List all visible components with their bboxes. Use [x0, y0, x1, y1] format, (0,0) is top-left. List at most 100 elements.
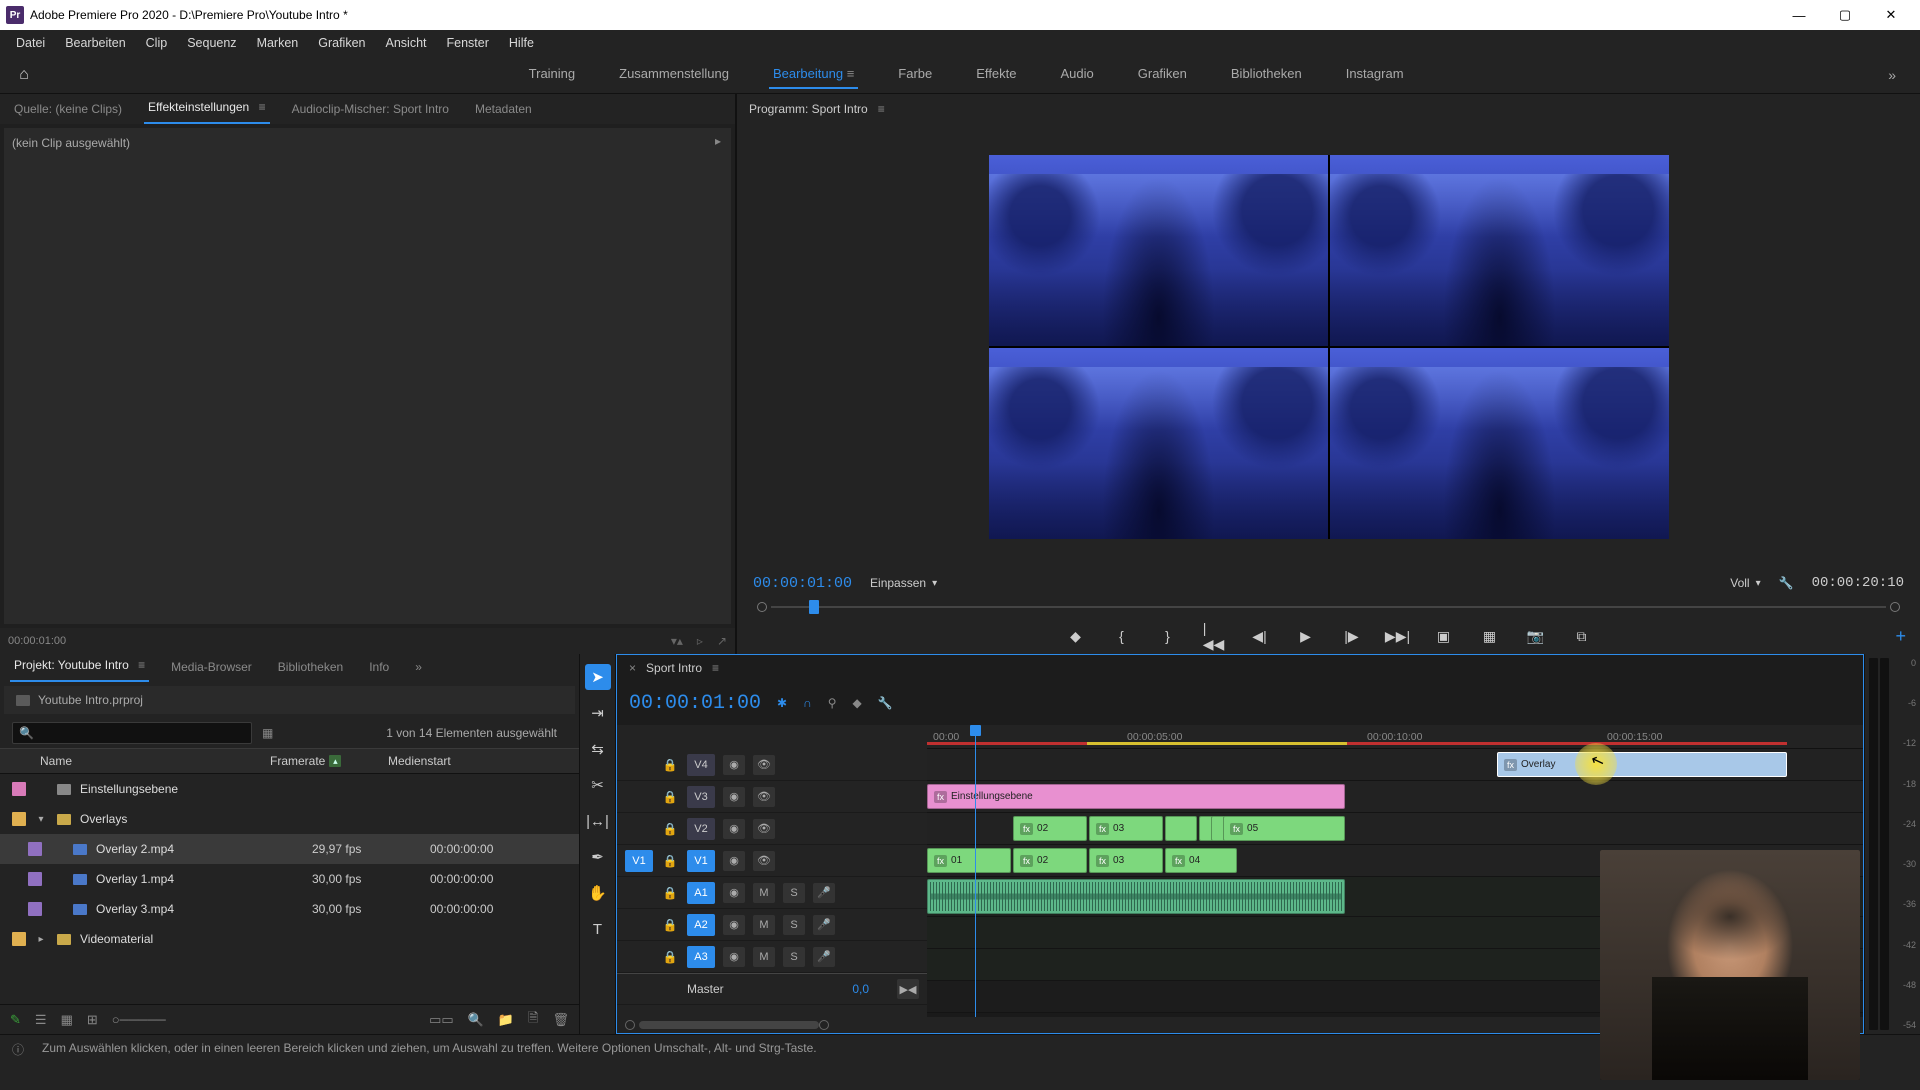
track-header-v2[interactable]: 🔒V2◉👁 — [617, 813, 927, 845]
track-header-v3[interactable]: 🔒V3◉👁 — [617, 781, 927, 813]
workspace-audio[interactable]: Audio — [1057, 60, 1098, 89]
column-framerate[interactable]: Framerate ▴ — [270, 754, 380, 768]
track-header-v4[interactable]: 🔒V4◉👁 — [617, 749, 927, 781]
label-swatch[interactable] — [28, 872, 42, 886]
video-clip[interactable]: fx04 — [1165, 848, 1237, 873]
video-clip[interactable]: fx02 — [1013, 816, 1087, 841]
column-name[interactable]: Name — [12, 754, 262, 768]
video-clip[interactable]: fx01 — [927, 848, 1011, 873]
ripple-edit-tool[interactable]: ⇆ — [585, 736, 611, 762]
project-item[interactable]: Overlay 3.mp4 30,00 fps 00:00:00:00 — [0, 894, 579, 924]
razor-tool[interactable]: ✂ — [585, 772, 611, 798]
tab-audioclip-mischer[interactable]: Audioclip-Mischer: Sport Intro — [288, 96, 453, 124]
menu-fenster[interactable]: Fenster — [439, 33, 497, 53]
zoom-out-handle[interactable] — [625, 1020, 635, 1030]
program-scrubber[interactable] — [771, 606, 1886, 608]
track-select-tool[interactable]: ⇥ — [585, 700, 611, 726]
workspace-training[interactable]: Training — [525, 60, 579, 89]
source-v1[interactable]: V1 — [625, 850, 653, 872]
sequence-name[interactable]: Sport Intro — [646, 661, 702, 675]
freeform-view-icon[interactable]: ⊞ — [87, 1012, 98, 1028]
snap-icon[interactable]: ✱ — [777, 696, 787, 710]
project-tabs-overflow-icon[interactable]: » — [411, 654, 426, 682]
lock-icon[interactable]: 🔒 — [661, 822, 679, 836]
play-master-icon[interactable]: ▶◀ — [897, 979, 919, 999]
scrub-out-handle[interactable] — [1890, 602, 1900, 612]
pen-tool[interactable]: ✒ — [585, 844, 611, 870]
solo-button[interactable]: S — [783, 883, 805, 903]
menu-marken[interactable]: Marken — [249, 33, 307, 53]
tab-metadaten[interactable]: Metadaten — [471, 96, 536, 124]
settings-wrench-icon[interactable]: 🔧 — [1779, 576, 1794, 590]
track-v2[interactable]: fx02 fx03 fx05 — [927, 813, 1863, 845]
menu-hilfe[interactable]: Hilfe — [501, 33, 542, 53]
mute-button[interactable]: M — [753, 883, 775, 903]
menu-ansicht[interactable]: Ansicht — [378, 33, 435, 53]
zoom-fit-dropdown[interactable]: Einpassen ▾ — [870, 576, 937, 590]
track-v4[interactable]: fxOverlay ↖ — [927, 749, 1863, 781]
playhead[interactable] — [975, 725, 976, 1017]
workspace-bibliotheken[interactable]: Bibliotheken — [1227, 60, 1306, 89]
program-monitor[interactable] — [737, 124, 1920, 570]
menu-datei[interactable]: Datei — [8, 33, 53, 53]
selection-tool[interactable]: ➤ — [585, 664, 611, 690]
menu-grafiken[interactable]: Grafiken — [310, 33, 373, 53]
step-back-button[interactable]: ◀| — [1250, 626, 1270, 646]
new-bin-button[interactable]: 📁 — [498, 1012, 514, 1028]
extract-button[interactable]: ▦ — [1480, 626, 1500, 646]
project-tab[interactable]: Projekt: Youtube Intro ≡ — [10, 652, 149, 682]
workspace-zusammenstellung[interactable]: Zusammenstellung — [615, 60, 733, 89]
label-swatch[interactable] — [12, 782, 26, 796]
quality-dropdown[interactable]: Voll ▾ — [1730, 576, 1760, 590]
mark-in-button[interactable]: { — [1112, 626, 1132, 646]
toggle-output-icon[interactable]: ◉ — [723, 755, 745, 775]
label-swatch[interactable] — [28, 902, 42, 916]
maximize-button[interactable]: ▢ — [1822, 0, 1868, 30]
tab-quelle[interactable]: Quelle: (keine Clips) — [10, 96, 126, 124]
menu-clip[interactable]: Clip — [138, 33, 176, 53]
track-header-master[interactable]: Master0,0▶◀ — [617, 973, 927, 1005]
step-forward-button[interactable]: |▶ — [1342, 626, 1362, 646]
icon-view-icon[interactable]: ▦ — [61, 1012, 73, 1028]
close-button[interactable]: ✕ — [1868, 0, 1914, 30]
track-header-a2[interactable]: 🔒A2◉MS🎤 — [617, 909, 927, 941]
comparison-button[interactable]: ⧉ — [1572, 626, 1592, 646]
find-icon[interactable]: 🔍 — [468, 1012, 484, 1028]
hand-tool[interactable]: ✋ — [585, 880, 611, 906]
time-ruler[interactable]: 00:00 00:00:05:00 00:00:10:00 00:00:15:0… — [927, 725, 1863, 749]
workspace-farbe[interactable]: Farbe — [894, 60, 936, 89]
new-bin-icon[interactable]: ▦ — [262, 726, 273, 740]
zoom-slider[interactable]: ○───── — [112, 1012, 166, 1027]
video-clip[interactable]: fx02 — [1013, 848, 1087, 873]
overlay-clip[interactable]: fxOverlay — [1497, 752, 1787, 777]
project-tab[interactable]: Bibliotheken — [274, 654, 347, 682]
track-header-v1[interactable]: V1🔒V1◉👁 — [617, 845, 927, 877]
lock-icon[interactable]: 🔒 — [661, 790, 679, 804]
pencil-icon[interactable]: ✎ — [10, 1012, 21, 1028]
slip-tool[interactable]: |↔| — [585, 808, 611, 834]
column-medienstart[interactable]: Medienstart — [388, 754, 451, 768]
adjustment-clip[interactable]: fxEinstellungsebene — [927, 784, 1345, 809]
delete-button[interactable]: 🗑 — [552, 1012, 569, 1028]
project-item[interactable]: Einstellungsebene — [0, 774, 579, 804]
tab-close-icon[interactable]: × — [629, 661, 636, 675]
panel-menu-icon[interactable]: ≡ — [255, 100, 265, 114]
tab-effekteinstellungen[interactable]: Effekteinstellungen ≡ — [144, 94, 270, 124]
project-item[interactable]: Overlay 2.mp4 29,97 fps 00:00:00:00 — [0, 834, 579, 864]
magnet-icon[interactable]: ∩ — [803, 696, 812, 710]
panel-menu-icon[interactable]: ≡ — [712, 661, 719, 675]
lift-button[interactable]: ▣ — [1434, 626, 1454, 646]
add-marker-button[interactable]: ◆ — [1066, 626, 1086, 646]
project-item[interactable]: ▾ Overlays — [0, 804, 579, 834]
new-item-button[interactable]: 🗎 — [528, 1009, 538, 1031]
export-frame-button[interactable]: 📷 — [1526, 626, 1546, 646]
minimize-button[interactable]: — — [1776, 0, 1822, 30]
video-clip[interactable]: fx03 — [1089, 816, 1163, 841]
search-input[interactable]: 🔍 — [12, 722, 252, 744]
zoom-in-handle[interactable] — [819, 1020, 829, 1030]
filter-icon[interactable]: ▾▴ — [671, 634, 683, 648]
go-to-in-button[interactable]: |◀◀ — [1204, 626, 1224, 646]
project-tab[interactable]: Info — [365, 654, 393, 682]
playhead-marker[interactable] — [809, 600, 819, 614]
disclosure-icon[interactable]: ▸ — [34, 934, 48, 945]
